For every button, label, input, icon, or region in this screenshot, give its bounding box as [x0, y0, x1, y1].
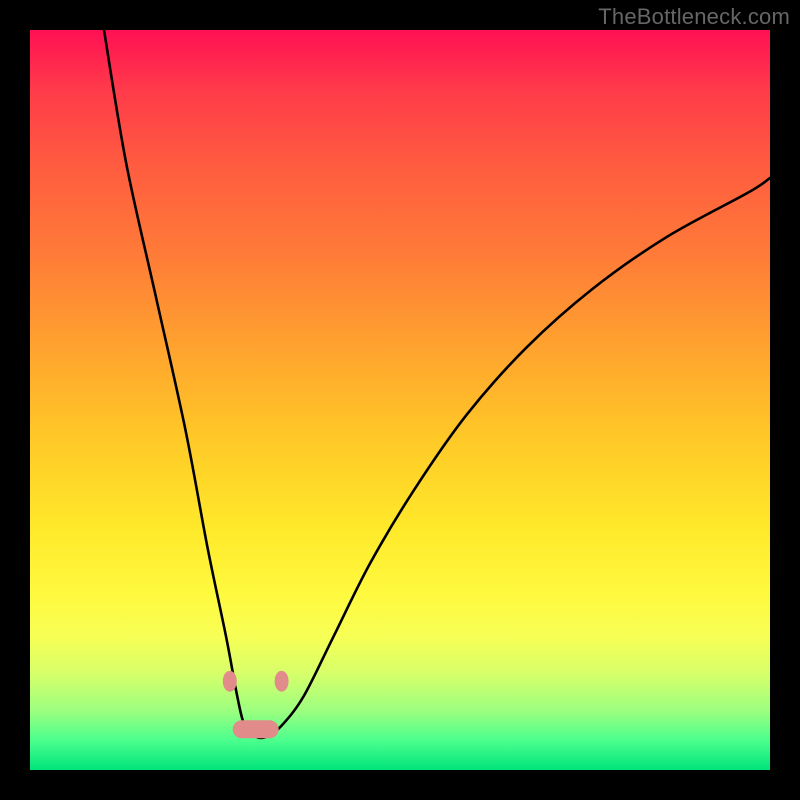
chart-frame: TheBottleneck.com — [0, 0, 800, 800]
watermark-text: TheBottleneck.com — [598, 4, 790, 30]
marker-right-knee — [275, 671, 289, 692]
bottleneck-curve — [104, 30, 770, 738]
curve-layer — [30, 30, 770, 770]
marker-left-knee — [223, 671, 237, 692]
marker-valley-blob — [233, 720, 279, 738]
plot-area — [30, 30, 770, 770]
